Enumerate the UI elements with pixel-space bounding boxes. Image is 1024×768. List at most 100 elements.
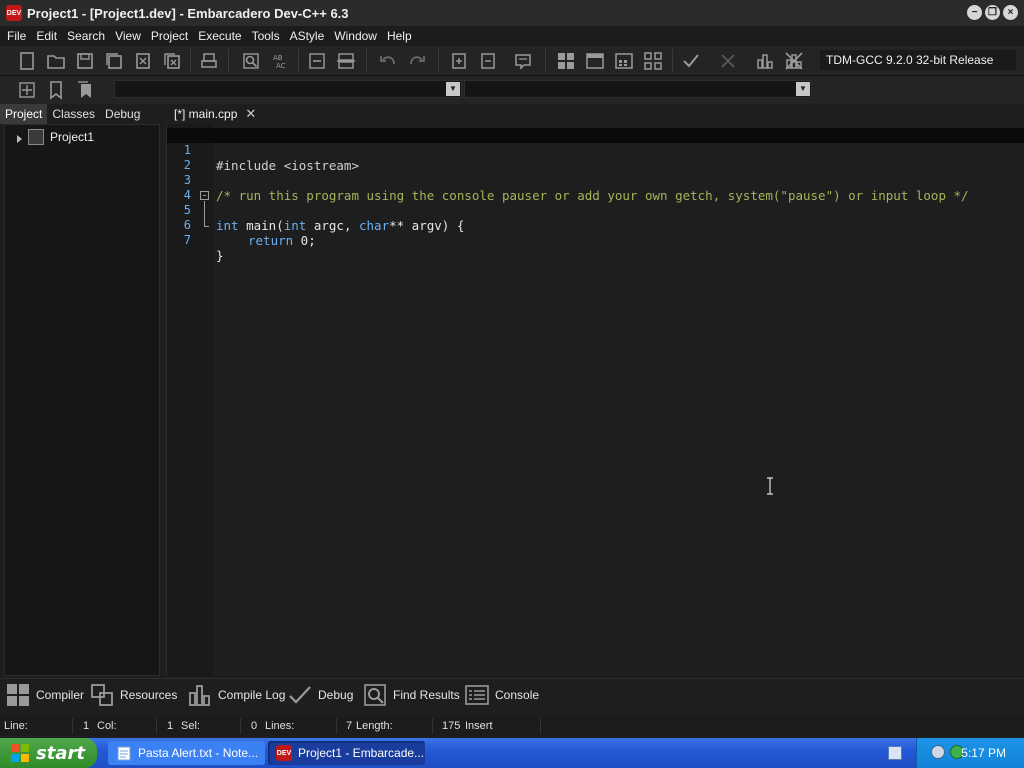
- toggle-bookmark-button[interactable]: [43, 77, 69, 103]
- title-bar: DEV Project1 - [Project1.dev] - Embarcad…: [0, 0, 1024, 26]
- clock: 5:17 PM: [961, 746, 1006, 760]
- undo-button[interactable]: [375, 48, 401, 74]
- tab-label: [*] main.cpp: [174, 107, 238, 121]
- undo-icon: [380, 56, 395, 65]
- code-line-5: 5 int main(int argc, char** argv) {: [167, 188, 1024, 233]
- compiler-select[interactable]: TDM-GCC 9.2.0 32-bit Release: [820, 50, 1016, 70]
- new-project-button[interactable]: [446, 48, 472, 74]
- unindent-button[interactable]: [333, 48, 359, 74]
- cross-icon: [721, 54, 735, 68]
- restore-button[interactable]: ❐: [985, 5, 1000, 20]
- status-col-value: 1: [167, 720, 174, 732]
- status-bar: Line: 1 Col: 1 Sel: 0 Lines: 7 Length: 1…: [0, 716, 1024, 736]
- tab-debug[interactable]: Debug: [100, 104, 145, 124]
- save-icon: [77, 53, 93, 69]
- tab-debug-output[interactable]: Debug: [288, 681, 353, 709]
- line-number: 7: [183, 233, 191, 247]
- start-button[interactable]: start: [0, 738, 97, 768]
- goto-button[interactable]: [14, 77, 40, 103]
- close-file-icon: [136, 53, 150, 69]
- tab-label: Compile Log: [218, 688, 286, 702]
- code-editor[interactable]: 1 #include <iostream> 2 3 /* run this pr…: [166, 124, 1024, 676]
- open-button[interactable]: [43, 48, 69, 74]
- close-all-icon: [164, 53, 180, 69]
- close-all-button[interactable]: [159, 48, 185, 74]
- fold-collapse-icon[interactable]: −: [200, 191, 209, 200]
- menu-astyle[interactable]: AStyle: [285, 26, 330, 46]
- tab-classes[interactable]: Classes: [47, 104, 100, 124]
- indent-button[interactable]: [304, 48, 330, 74]
- stop-execution-button[interactable]: [715, 48, 741, 74]
- status-line-value: 1: [83, 720, 90, 732]
- rebuild-all-button[interactable]: [640, 48, 666, 74]
- keyboard-icon[interactable]: [888, 746, 902, 760]
- goto-icon: [19, 82, 35, 98]
- syntax-check-button[interactable]: [678, 48, 704, 74]
- tab-project[interactable]: Project: [0, 104, 48, 124]
- function-combo[interactable]: ▼: [464, 80, 812, 98]
- status-lines-label: Lines:: [265, 720, 295, 732]
- goto-bookmark-button[interactable]: [72, 77, 98, 103]
- menu-search[interactable]: Search: [62, 26, 110, 46]
- close-file-button[interactable]: [130, 48, 156, 74]
- status-length-value: 175: [442, 720, 461, 732]
- profile-button[interactable]: [752, 48, 778, 74]
- compile-run-icon: [615, 53, 633, 69]
- redo-button[interactable]: [404, 48, 430, 74]
- menu-project[interactable]: Project: [146, 26, 193, 46]
- save-all-button[interactable]: [101, 48, 127, 74]
- replace-button[interactable]: AB AC: [267, 48, 293, 74]
- chevron-down-icon[interactable]: ▼: [796, 82, 810, 96]
- code-line-6: 6 return 0;: [167, 203, 1024, 248]
- class-combo[interactable]: ▼: [114, 80, 462, 98]
- print-button[interactable]: [196, 48, 222, 74]
- save-button[interactable]: [72, 48, 98, 74]
- menu-view[interactable]: View: [110, 26, 146, 46]
- tree-item-project1[interactable]: Project1: [17, 129, 94, 145]
- fold-end: [204, 226, 209, 227]
- find-icon: [364, 684, 386, 706]
- code-line-2: 2: [167, 143, 1024, 172]
- new-file-button[interactable]: [14, 48, 40, 74]
- tab-main-cpp[interactable]: [*] main.cpp ✕: [170, 104, 260, 124]
- chevron-down-icon[interactable]: ▼: [446, 82, 460, 96]
- expand-arrow-icon[interactable]: [17, 135, 22, 143]
- editor-tabs: [*] main.cpp ✕: [164, 104, 1024, 124]
- tree-item-label: Project1: [50, 130, 95, 144]
- tab-resources[interactable]: Resources: [90, 681, 177, 709]
- compile-button[interactable]: [553, 48, 579, 74]
- windows-taskbar: start Pasta Alert.txt - Note... DEV Proj…: [0, 738, 1024, 768]
- menu-edit[interactable]: Edit: [31, 26, 62, 46]
- menu-file[interactable]: File: [2, 26, 31, 46]
- taskbar-item-devcpp[interactable]: DEV Project1 - Embarcade...: [268, 741, 425, 765]
- remove-file-button[interactable]: [475, 48, 501, 74]
- network-icon[interactable]: [931, 745, 945, 759]
- minimize-button[interactable]: −: [967, 5, 982, 20]
- close-icon[interactable]: ✕: [245, 104, 256, 124]
- bar-chart-icon: [757, 54, 773, 69]
- tab-find-results[interactable]: Find Results: [363, 681, 460, 709]
- menu-tools[interactable]: Tools: [247, 26, 285, 46]
- close-button[interactable]: ×: [1003, 5, 1018, 20]
- status-length-label: Length:: [356, 720, 393, 732]
- text-cursor-icon: [767, 477, 773, 495]
- tab-compile-log[interactable]: Compile Log: [188, 681, 285, 709]
- find-button[interactable]: [238, 48, 264, 74]
- run-button[interactable]: [582, 48, 608, 74]
- project-options-button[interactable]: [510, 48, 536, 74]
- menu-execute[interactable]: Execute: [193, 26, 246, 46]
- redo-icon: [410, 56, 425, 65]
- tab-compiler[interactable]: Compiler: [6, 681, 84, 709]
- bookmark-icon: [50, 81, 62, 100]
- window-controls: − ❐ ×: [967, 5, 1018, 20]
- status-sel-value: 0: [251, 720, 258, 732]
- bookmarks-icon: [78, 81, 91, 98]
- compile-run-button[interactable]: [611, 48, 637, 74]
- tab-console[interactable]: Console: [465, 681, 539, 709]
- menu-help[interactable]: Help: [382, 26, 417, 46]
- status-insert-mode: Insert: [465, 720, 493, 732]
- delete-profile-button[interactable]: [781, 48, 807, 74]
- menu-window[interactable]: Window: [329, 26, 382, 46]
- options-icon: [515, 54, 531, 70]
- taskbar-item-notepad[interactable]: Pasta Alert.txt - Note...: [108, 741, 265, 765]
